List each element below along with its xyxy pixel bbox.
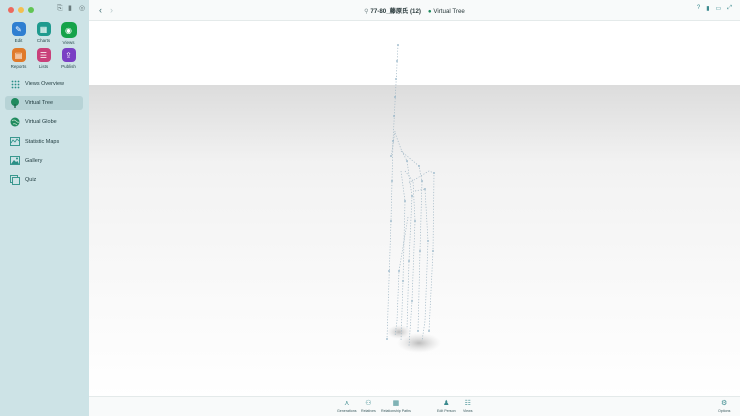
tool-publish[interactable]: ⇪ Publish	[56, 48, 81, 69]
nav-item-gallery[interactable]: Gallery	[5, 154, 83, 168]
help-icon[interactable]: ?	[697, 5, 700, 12]
nav-item-views-overview[interactable]: Views Overview	[5, 77, 83, 91]
gear-icon: ⚙	[721, 400, 728, 407]
bookmark-icon[interactable]: ▮	[68, 5, 74, 12]
window-controls	[8, 7, 34, 13]
zoom-window-button[interactable]	[28, 7, 34, 13]
grid-dots-icon	[10, 79, 20, 89]
sidebar: ⎘ ▮ ◎ ✎ Edit ▦ Charts ◉ Views ▤ Reports …	[0, 0, 89, 416]
grid-chart-icon: ▦	[36, 22, 51, 36]
bottom-item-label: Views	[463, 409, 473, 413]
generations-button[interactable]: ⋏ Generations	[337, 400, 357, 413]
bottom-toolbar: ⋏ Generations ⚇ Relatives ▦ Relationship…	[89, 396, 740, 416]
header-actions: ? ▮ ▭ ⤢	[697, 5, 732, 12]
nav-item-virtual-globe[interactable]: Virtual Globe	[5, 115, 83, 129]
bottom-item-label: Relatives	[361, 409, 376, 413]
tool-views[interactable]: ◉ Views	[56, 22, 81, 45]
nav-item-statistic-maps[interactable]: Statistic Maps	[5, 135, 83, 149]
virtual-tree-canvas[interactable]	[89, 21, 740, 397]
header-bar: ‹ › ⚲ 77-80_藤原氏 (12) ● Virtual Tree ? ▮ …	[89, 0, 740, 21]
views-icon: ☷	[464, 400, 471, 407]
sky	[89, 21, 740, 85]
tool-grid: ✎ Edit ▦ Charts ◉ Views ▤ Reports ☰ List…	[6, 22, 86, 69]
tool-charts[interactable]: ▦ Charts	[31, 22, 56, 45]
tree-icon: ●	[427, 8, 432, 15]
minimize-window-button[interactable]	[18, 7, 24, 13]
pencil-icon: ✎	[11, 22, 26, 36]
sidebar-toolbar: ⎘ ▮ ◎	[57, 5, 85, 12]
tool-label: Views	[62, 40, 75, 45]
list-icon: ☰	[36, 48, 51, 62]
person-icon: ⚲	[364, 8, 369, 15]
window-title: ⚲ 77-80_藤原氏 (12) ● Virtual Tree	[89, 6, 740, 15]
close-window-button[interactable]	[8, 7, 14, 13]
person-title: 77-80_藤原氏 (12)	[370, 8, 421, 15]
edit-person-button[interactable]: ♟ Edit Person	[437, 400, 456, 413]
options-button[interactable]: ⚙ Options	[718, 400, 730, 413]
tool-edit[interactable]: ✎ Edit	[6, 22, 31, 45]
tree-icon	[10, 98, 20, 109]
tool-label: Reports	[10, 64, 27, 69]
tool-label: Charts	[36, 38, 51, 43]
globe-icon	[10, 117, 20, 127]
nav-item-virtual-tree[interactable]: Virtual Tree	[5, 96, 83, 111]
window-icon[interactable]: ▭	[716, 5, 722, 12]
bottom-item-label: Relationship Paths	[381, 409, 411, 413]
views-button[interactable]: ☷ Views	[463, 400, 473, 413]
nav-item-quiz[interactable]: Quiz	[5, 173, 83, 187]
nav-item-label: Virtual Globe	[25, 119, 57, 126]
tool-label: Lists	[38, 64, 49, 69]
bookmark-icon[interactable]: ▮	[706, 5, 709, 12]
bottom-item-label: Generations	[337, 409, 357, 413]
tool-reports[interactable]: ▤ Reports	[6, 48, 31, 69]
tool-label: Edit	[14, 38, 23, 43]
virtual-tree-scene[interactable]	[89, 21, 740, 397]
generations-icon: ⋏	[344, 400, 350, 407]
paths-icon: ▦	[392, 400, 400, 407]
relatives-icon: ⚇	[365, 400, 372, 407]
main-content: ‹ › ⚲ 77-80_藤原氏 (12) ● Virtual Tree ? ▮ …	[89, 0, 740, 416]
quiz-icon	[10, 174, 20, 185]
bottom-item-label: Edit Person	[437, 409, 456, 413]
person-icon: ♟	[443, 400, 450, 407]
tool-lists[interactable]: ☰ Lists	[31, 48, 56, 69]
relatives-button[interactable]: ⚇ Relatives	[361, 400, 376, 413]
nav-item-label: Quiz	[25, 176, 37, 183]
views-nav: Views Overview Virtual Tree Virtual Glob…	[5, 77, 83, 192]
nav-item-label: Gallery	[25, 157, 43, 164]
expand-icon[interactable]: ⤢	[727, 5, 732, 12]
upload-icon: ⇪	[61, 48, 76, 62]
nav-item-label: Views Overview	[25, 81, 65, 87]
bottom-item-label: Options	[718, 409, 731, 413]
image-icon	[10, 156, 20, 166]
report-icon: ▤	[11, 48, 26, 62]
view-title: Virtual Tree	[433, 8, 465, 15]
people-icon[interactable]: ◎	[79, 5, 85, 12]
nav-item-label: Virtual Tree	[25, 100, 54, 107]
relationship-paths-button[interactable]: ▦ Relationship Paths	[381, 400, 411, 413]
eye-icon: ◉	[60, 22, 77, 38]
paperclip-icon[interactable]: ⎘	[57, 5, 63, 12]
tool-label: Publish	[61, 64, 76, 69]
map-icon	[10, 137, 20, 147]
nav-item-label: Statistic Maps	[25, 138, 60, 145]
